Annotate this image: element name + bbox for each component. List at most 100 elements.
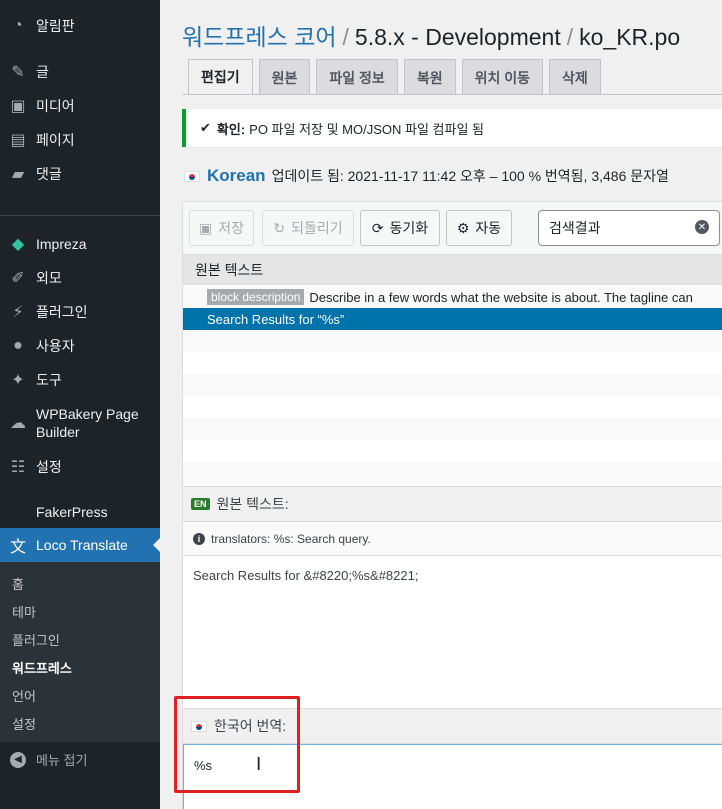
comment-icon: ▰ — [11, 166, 25, 183]
tab-1[interactable]: 편집기 — [188, 59, 253, 95]
user-icon: ● — [13, 337, 23, 354]
loco-submenu: 홈테마플러그인워드프레스언어설정 — [0, 562, 160, 742]
submenu-item[interactable]: 홈 — [12, 574, 24, 593]
clear-search-icon[interactable]: ✕ — [695, 220, 709, 234]
sidebar-item-label: FakerPress — [36, 504, 108, 520]
sidebar-item-label: 글 — [36, 64, 49, 80]
empty-row — [183, 418, 722, 440]
auto-translate-button[interactable]: ⚙ 자동 — [446, 210, 512, 246]
collapse-menu-button[interactable]: ◀ 메뉴 접기 — [0, 750, 160, 769]
sidebar-item-label: 외모 — [36, 270, 62, 286]
success-notice: ✔ 확인: PO 파일 저장 및 MO/JSON 파일 컴파일 됨 — [182, 109, 722, 147]
empty-row — [183, 352, 722, 374]
sidebar-item-loco-translate[interactable]: 文 Loco Translate — [0, 528, 161, 562]
sidebar-item-12[interactable]: ☷ 설정 — [0, 455, 160, 479]
list-header: 원본 텍스트 — [183, 255, 722, 285]
korea-flag-icon — [184, 170, 200, 182]
auto-label: 자동 — [475, 220, 502, 236]
context-badge: block description — [207, 289, 305, 305]
sync-label: 동기화 — [389, 220, 429, 236]
sync-button[interactable]: ⟳ 동기화 — [360, 210, 440, 246]
source-pane-label: 원본 텍스트: — [216, 496, 289, 512]
sidebar-item-10[interactable]: ✦ 도구 — [0, 368, 160, 392]
main-content: 워드프레스 코어/5.8.x - Development / ko_KR.po 편집… — [160, 0, 722, 809]
dashboard-icon: ◔ — [13, 17, 23, 34]
list-item[interactable]: block description Describe in a few words… — [183, 286, 722, 308]
sync-icon: ⟳ — [371, 219, 384, 236]
settings-icon: ☷ — [10, 459, 26, 476]
cloud-icon: ☁ — [10, 415, 26, 432]
korea-flag-icon — [191, 720, 207, 732]
sidebar-item-3[interactable]: ▣ 미디어 — [0, 94, 160, 118]
sidebar-item-1[interactable]: ◔ 알림판 — [0, 14, 160, 38]
sidebar-item-8[interactable]: ⚡ 플러그인 — [0, 300, 160, 324]
tab-2[interactable]: 원본 — [258, 59, 311, 95]
list-item[interactable]: Search Results for “%s” — [183, 308, 722, 330]
brush-icon: ✐ — [11, 270, 25, 287]
sidebar-item-13[interactable]: FakerPress — [0, 500, 160, 524]
sidebar-item-label: 페이지 — [36, 132, 75, 148]
admin-sidebar: ◔ 알림판 ✎ 글 ▣ 미디어 ▤ 페이지 ▰ 댓글 ◆ Impreza ✐ 외모 ⚡ 플러그인 ● 사용자 ✦ 도구… — [0, 0, 161, 809]
status-text: 업데이트 됨: 2021-11-17 11:42 오후 – 100 % 번역됨,… — [271, 168, 669, 184]
language-link[interactable]: Korean — [207, 166, 266, 186]
revert-button[interactable]: ↻ 되돌리기 — [262, 210, 354, 246]
plugin-icon: ⚡ — [12, 304, 24, 321]
title-separator: / — [566, 24, 574, 50]
empty-row — [183, 462, 722, 484]
tabs-divider — [182, 94, 722, 95]
page-title: 워드프레스 코어/5.8.x - Development / ko_KR.po — [182, 18, 680, 52]
sidebar-item-4[interactable]: ▤ 페이지 — [0, 128, 160, 152]
translation-textarea[interactable]: %s I — [183, 744, 722, 809]
en-badge: EN — [191, 498, 210, 510]
submenu-item[interactable]: 설정 — [12, 714, 36, 733]
submenu-item[interactable]: 워드프레스 — [12, 658, 72, 677]
submenu-item[interactable]: 플러그인 — [12, 630, 60, 649]
empty-row — [183, 396, 722, 418]
robot-icon: ⚙ — [456, 219, 470, 236]
check-icon: ✔ — [200, 120, 211, 135]
editor-tabs: 편집기 원본 파일 정보 복원 위치 이동 삭제 — [188, 59, 607, 95]
sidebar-item-label: 미디어 — [36, 98, 75, 114]
wrench-icon: ✦ — [11, 372, 25, 389]
sidebar-item-label: 설정 — [36, 459, 62, 475]
notice-text: PO 파일 저장 및 MO/JSON 파일 컴파일 됨 — [249, 121, 485, 137]
revert-label: 되돌리기 — [291, 220, 343, 236]
sidebar-item-7[interactable]: ✐ 외모 — [0, 266, 160, 290]
pin-icon: ✎ — [11, 64, 25, 81]
submenu-item[interactable]: 언어 — [12, 686, 36, 705]
revert-icon: ↻ — [273, 219, 286, 236]
editor-toolbar: ▣ 저장 ↻ 되돌리기 ⟳ 동기화 ⚙ 자동 ✕ — [183, 202, 722, 255]
save-button[interactable]: ▣ 저장 — [189, 210, 254, 246]
sidebar-item-label: 도구 — [36, 372, 62, 388]
title-version: 5.8.x - Development — [354, 24, 561, 50]
language-status: Korean 업데이트 됨: 2021-11-17 11:42 오후 – 100… — [184, 166, 669, 186]
sidebar-item-label: Impreza — [36, 236, 87, 252]
comment-text: translators: %s: Search query. — [211, 531, 371, 546]
diamond-icon: ◆ — [11, 236, 25, 253]
tab-3[interactable]: 파일 정보 — [316, 59, 398, 95]
translation-value: %s — [194, 758, 213, 773]
source-text: Search Results for &#8220;%s&#8221; — [193, 568, 419, 583]
title-separator: / — [342, 24, 349, 50]
sidebar-separator — [0, 215, 160, 216]
target-pane-header: 한국어 번역: — [183, 708, 722, 744]
text-cursor-icon: I — [256, 754, 262, 775]
tab-6[interactable]: 삭제 — [549, 59, 601, 95]
sidebar-item-11[interactable]: ☁ WPBakery Page Builder — [0, 403, 160, 443]
info-icon: i — [193, 532, 205, 545]
tab-5[interactable]: 위치 이동 — [461, 59, 544, 95]
sidebar-item-label: WPBakery Page Builder — [36, 406, 139, 440]
search-input[interactable] — [538, 210, 720, 246]
submenu-item[interactable]: 테마 — [12, 602, 36, 621]
save-icon: ▣ — [199, 219, 213, 236]
empty-row — [183, 374, 722, 396]
sidebar-item-label: 플러그인 — [36, 304, 88, 320]
tab-4[interactable]: 복원 — [403, 59, 456, 95]
sidebar-item-label: 댓글 — [36, 166, 62, 182]
sidebar-item-6[interactable]: ◆ Impreza — [0, 232, 160, 256]
project-link[interactable]: 워드프레스 코어 — [182, 24, 337, 50]
title-file: ko_KR.po — [579, 24, 681, 50]
sidebar-item-2[interactable]: ✎ 글 — [0, 60, 160, 84]
sidebar-item-9[interactable]: ● 사용자 — [0, 334, 160, 358]
sidebar-item-5[interactable]: ▰ 댓글 — [0, 162, 160, 186]
